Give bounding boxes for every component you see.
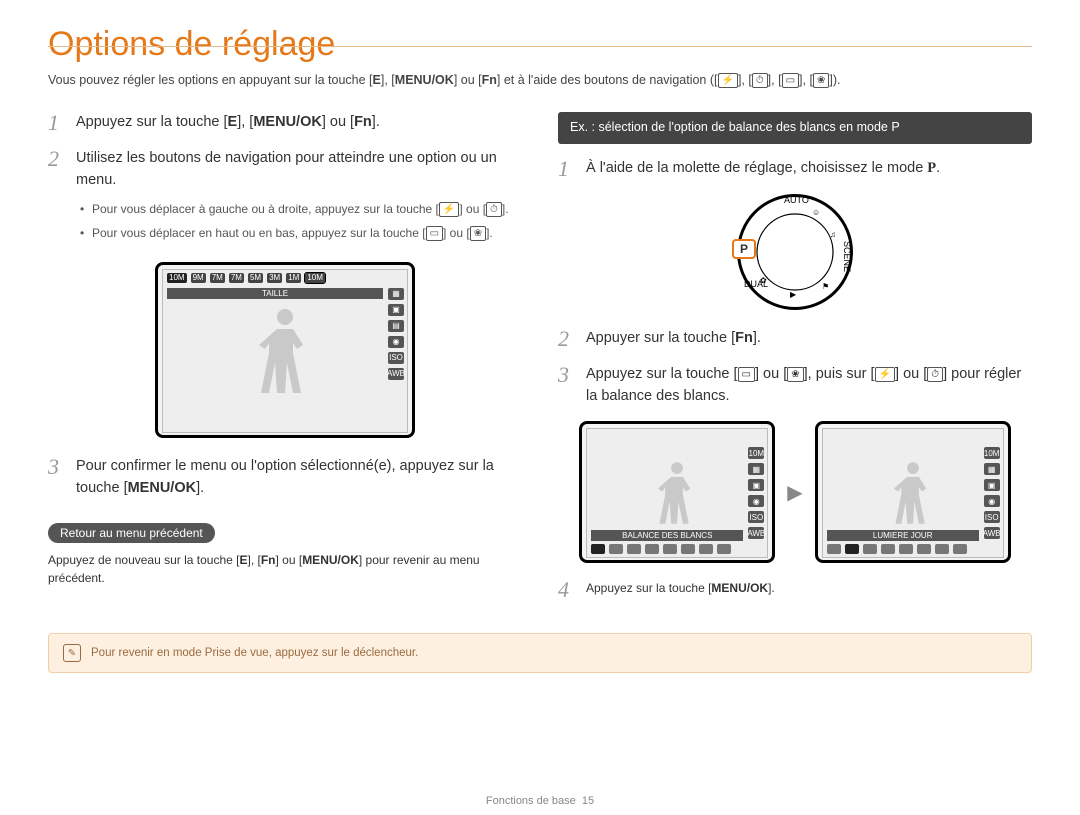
step-number: 1 <box>48 112 66 134</box>
step-text: À l'aide de la molette de réglage, chois… <box>586 158 1032 180</box>
silhouette-icon <box>255 301 315 401</box>
right-column: Ex. : sélection de l'option de balance d… <box>558 112 1032 615</box>
step-text: Utilisez les boutons de navigation pour … <box>76 148 522 248</box>
svg-text:♫: ♫ <box>830 230 836 239</box>
svg-text:✿: ✿ <box>760 276 767 285</box>
step-text: Appuyez sur la touche [E], [MENU/OK] ou … <box>76 112 522 134</box>
mode-dial-figure: P AUTO SCENE DUAL ☺♫⚑▶✿ <box>737 194 853 310</box>
timer-icon: ⏱ <box>752 73 768 88</box>
svg-text:⚑: ⚑ <box>822 282 829 291</box>
page-title: Options de réglage <box>48 26 1032 63</box>
step-number: 1 <box>558 158 576 180</box>
disp-icon: ▭ <box>782 73 799 88</box>
note-box: ✎ Pour revenir en mode Prise de vue, app… <box>48 633 1032 673</box>
flash-icon: ⚡ <box>718 73 738 88</box>
return-pill: Retour au menu précédent <box>48 523 215 543</box>
sub-bullet: Pour vous déplacer en haut ou en bas, ap… <box>80 224 522 242</box>
lcd-title: TAILLE <box>167 288 383 299</box>
step-number: 2 <box>48 148 66 248</box>
step-number: 3 <box>48 456 66 500</box>
macro-icon: ❀ <box>813 73 829 88</box>
lcd-figure-size: 10M9M7M7M5M3M1M10M TAILLE ▦▣▤◉ISOAWB <box>155 262 415 438</box>
arrow-right-icon: ▶ <box>787 480 802 505</box>
note-text: Pour revenir en mode Prise de vue, appuy… <box>91 647 418 659</box>
intro-text: Vous pouvez régler les options en appuya… <box>48 73 1032 88</box>
lcd-figure-wb-before: 10M▦▣◉ISOAWB BALANCE DES BLANCS <box>579 421 775 563</box>
svg-text:☺: ☺ <box>812 208 820 217</box>
lcd-title: BALANCE DES BLANCS <box>591 530 743 541</box>
step-text: Pour confirmer le menu ou l'option sélec… <box>76 456 522 500</box>
step-text: Appuyez sur la touche [MENU/OK]. <box>586 579 1032 601</box>
step-number: 2 <box>558 328 576 350</box>
return-text: Appuyez de nouveau sur la touche [E], [F… <box>48 551 522 587</box>
lcd-title: LUMIERE JOUR <box>827 530 979 541</box>
step-text: Appuyer sur la touche [Fn]. <box>586 328 1032 350</box>
step-text: Appuyez sur la touche [▭] ou [❀], puis s… <box>586 364 1032 408</box>
silhouette-icon <box>655 456 699 530</box>
svg-text:▶: ▶ <box>790 290 797 299</box>
step-number: 3 <box>558 364 576 408</box>
sub-bullet: Pour vous déplacer à gauche ou à droite,… <box>80 200 522 218</box>
silhouette-icon <box>891 456 935 530</box>
left-column: 1 Appuyez sur la touche [E], [MENU/OK] o… <box>48 112 522 615</box>
footer: Fonctions de base 15 <box>0 795 1080 807</box>
lcd-figure-wb-after: 10M▦▣◉ISOAWB LUMIERE JOUR <box>815 421 1011 563</box>
info-icon: ✎ <box>63 644 81 662</box>
example-banner: Ex. : sélection de l'option de balance d… <box>558 112 1032 144</box>
step-number: 4 <box>558 579 576 601</box>
